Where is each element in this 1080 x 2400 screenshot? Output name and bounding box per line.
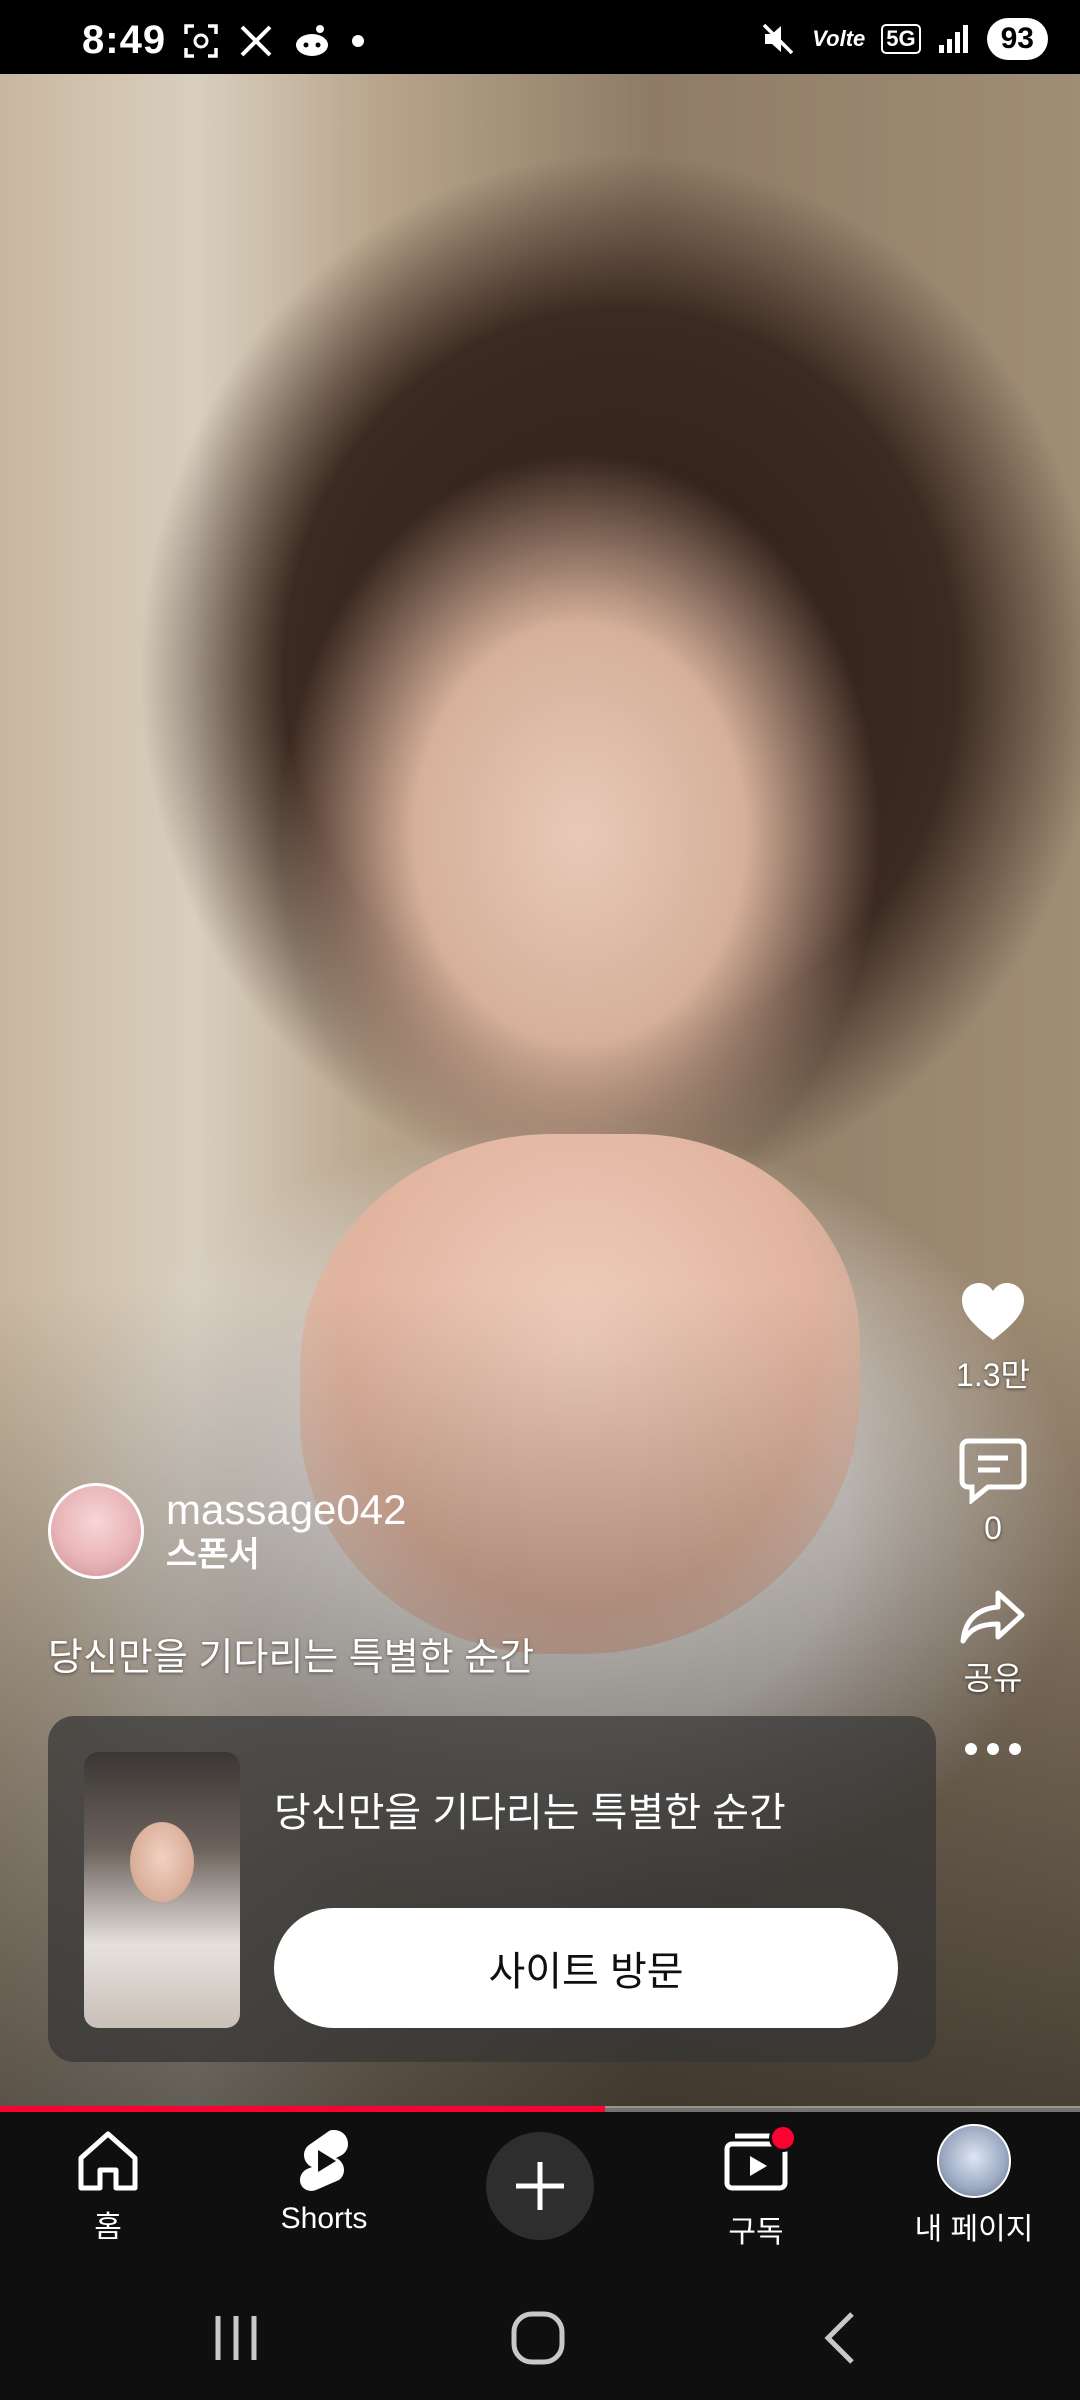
notification-dot xyxy=(769,2124,797,2152)
ad-thumbnail-detail xyxy=(130,1822,194,1902)
ad-thumbnail[interactable] xyxy=(84,1752,240,2028)
nav-home[interactable]: 홈 xyxy=(40,2112,176,2278)
sponsor-label: 스폰서 xyxy=(166,1536,260,1574)
heart-icon xyxy=(962,1283,1024,1340)
status-right-icons: Volte 5G 93 xyxy=(760,18,1048,60)
status-left-icons xyxy=(182,22,366,60)
nav-shorts[interactable]: Shorts xyxy=(256,2112,392,2278)
nav-shorts-label: Shorts xyxy=(280,2202,368,2235)
comment-icon xyxy=(959,1438,1027,1504)
nav-subscriptions[interactable]: 구독 xyxy=(688,2112,824,2278)
mute-icon xyxy=(763,23,794,55)
comment-button[interactable]: 0 xyxy=(958,1436,1028,1547)
x-logo-icon xyxy=(240,25,272,57)
nav-home-label: 홈 xyxy=(94,2211,122,2244)
more-icon xyxy=(965,1743,1021,1755)
video-title: 당신만을 기다리는 특별한 순간 xyxy=(48,1637,535,1679)
like-button[interactable]: 1.3만 xyxy=(956,1280,1030,1396)
home-icon xyxy=(78,2131,138,2191)
share-label: 공유 xyxy=(963,1660,1023,1696)
create-button[interactable] xyxy=(486,2132,594,2240)
more-options-button[interactable] xyxy=(961,1739,1025,1759)
channel-text: massage042 스폰서 xyxy=(166,1486,407,1576)
channel-info[interactable]: massage042 스폰서 xyxy=(48,1483,407,1579)
system-nav-bar xyxy=(0,2278,1080,2400)
5g-icon: 5G xyxy=(881,24,921,54)
comment-count: 0 xyxy=(984,1510,1002,1546)
status-time: 8:49 xyxy=(82,18,167,62)
share-icon xyxy=(960,1590,1025,1644)
shorts-icon xyxy=(300,2130,348,2191)
back-icon[interactable] xyxy=(812,2308,872,2368)
status-bar: 8:49 Volte 5G 93 xyxy=(0,0,1080,74)
battery-level: 93 xyxy=(986,18,1048,60)
nav-my-page[interactable]: 내 페이지 xyxy=(896,2112,1052,2278)
channel-avatar[interactable] xyxy=(48,1483,144,1579)
profile-avatar xyxy=(937,2124,1011,2198)
dot-icon xyxy=(352,35,364,47)
plus-icon xyxy=(516,2162,564,2210)
recent-apps-icon[interactable] xyxy=(206,2308,266,2368)
volte-icon: Volte xyxy=(812,26,866,51)
visit-site-button[interactable]: 사이트 방문 xyxy=(274,1908,898,2028)
subscriptions-icon-wrap xyxy=(721,2124,797,2201)
signal-icon xyxy=(938,25,968,53)
share-button[interactable]: 공유 xyxy=(958,1587,1028,1699)
reddit-icon xyxy=(296,25,328,56)
channel-name[interactable]: massage042 xyxy=(166,1486,407,1534)
bottom-nav: 홈 Shorts 구독 내 페이지 xyxy=(0,2112,1080,2278)
nav-subscriptions-label: 구독 xyxy=(728,2216,784,2249)
nav-my-page-label: 내 페이지 xyxy=(914,2213,1034,2246)
home-circle-icon[interactable] xyxy=(508,2308,568,2368)
screen-capture-icon xyxy=(184,24,218,58)
action-rail: 1.3만 0 공유 xyxy=(928,1280,1058,1799)
ad-headline: 당신만을 기다리는 특별한 순간 xyxy=(274,1791,786,1835)
like-count: 1.3만 xyxy=(956,1357,1030,1393)
ad-card[interactable]: 당신만을 기다리는 특별한 순간 사이트 방문 xyxy=(48,1716,936,2062)
